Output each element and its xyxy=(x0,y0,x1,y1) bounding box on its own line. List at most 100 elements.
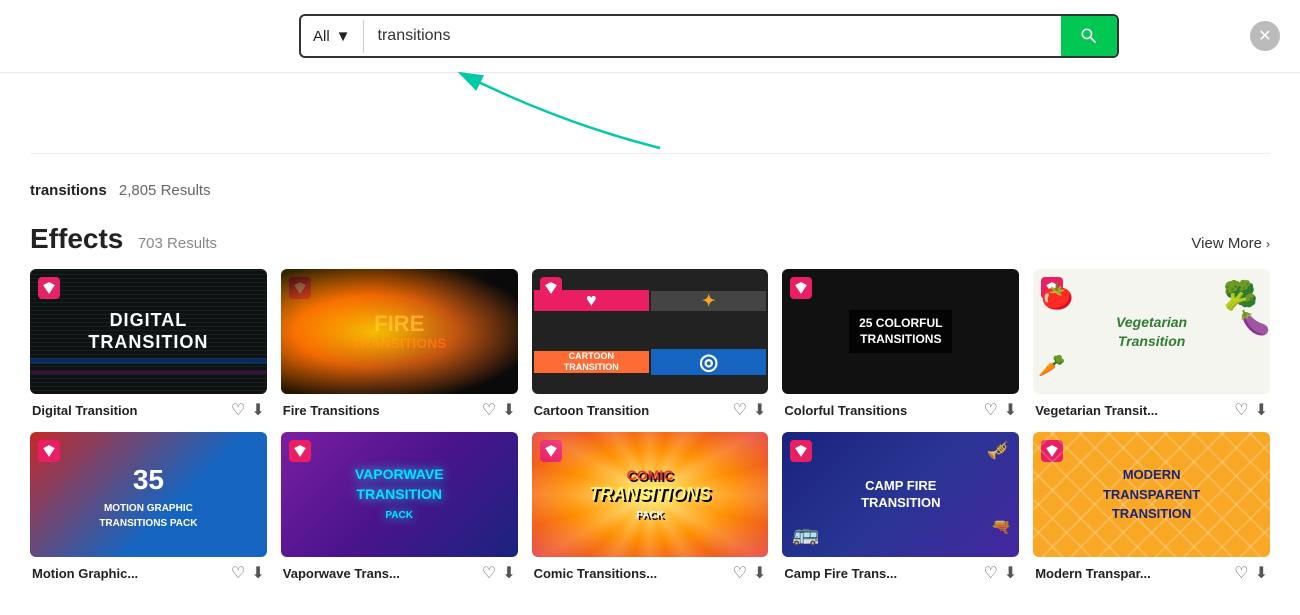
like-button-campfire[interactable]: ♡ xyxy=(983,563,997,583)
card-label-digital: Digital Transition ♡ ⬇ xyxy=(30,394,267,424)
card-camp-fire-transition: 🎺 🔫 🚌 CAMP FIRETRANSITION Camp Fire Tran… xyxy=(782,432,1019,587)
campfire-icon-2: 🔫 xyxy=(991,517,1011,537)
section-header: Effects 703 Results View More › xyxy=(30,205,1270,269)
thumb-colorful-transitions[interactable]: 25 COLORFULTRANSITIONS xyxy=(782,269,1019,394)
campfire-bus: 🚌 xyxy=(792,521,819,547)
vegetarian-thumb-text: VegetarianTransition xyxy=(1116,313,1187,349)
arrow-annotation xyxy=(0,73,1300,153)
thumb-motion-pack[interactable]: 35 MOTION GRAPHICTRANSITIONS PACK xyxy=(30,432,267,557)
card-actions-colorful: ♡ ⬇ xyxy=(983,400,1017,420)
dropdown-label: All xyxy=(313,28,330,45)
download-button-vaporwave[interactable]: ⬇ xyxy=(502,563,515,583)
card-vaporwave-transition: VAPORWAVETRANSITIONPACK Vaporwave Trans.… xyxy=(281,432,518,587)
thumb-modern-transparent[interactable]: MODERNTRANSPARENTTRANSITION xyxy=(1033,432,1270,557)
like-button-vegetarian[interactable]: ♡ xyxy=(1234,400,1248,420)
search-input[interactable] xyxy=(364,19,1061,53)
thumb-vaporwave-transition[interactable]: VAPORWAVETRANSITIONPACK xyxy=(281,432,518,557)
search-icon xyxy=(1079,26,1099,46)
gem-icon xyxy=(42,444,56,458)
download-button-fire[interactable]: ⬇ xyxy=(502,400,515,420)
comic-thumb-text: COMICTransitionsPACK xyxy=(589,467,711,522)
veggie-emoji-2: 🍆 xyxy=(1240,309,1270,338)
close-icon: ✕ xyxy=(1258,26,1271,46)
card-actions-vaporwave: ♡ ⬇ xyxy=(482,563,516,583)
clear-search-button[interactable]: ✕ xyxy=(1250,21,1280,51)
card-title-vaporwave: Vaporwave Trans... xyxy=(283,566,400,581)
view-more-link[interactable]: View More › xyxy=(1191,235,1270,252)
download-button-motion[interactable]: ⬇ xyxy=(251,563,264,583)
like-button-modern[interactable]: ♡ xyxy=(1234,563,1248,583)
section-count: 703 Results xyxy=(138,235,217,252)
card-motion-pack: 35 MOTION GRAPHICTRANSITIONS PACK Motion… xyxy=(30,432,267,587)
card-cartoon-transition: ♥ ✦ CARTOONTRANSITION ◎ Cartoon Transiti… xyxy=(532,269,769,424)
card-title-colorful: Colorful Transitions xyxy=(784,403,907,418)
like-button-digital[interactable]: ♡ xyxy=(231,400,245,420)
premium-badge-colorful xyxy=(790,277,812,299)
thumb-vegetarian-transition[interactable]: 🥦 🍆 🍅 🥕 VegetarianTransition xyxy=(1033,269,1270,394)
card-fire-transitions: FIRE TRANSITIONS Fire Transitions ♡ ⬇ xyxy=(281,269,518,424)
premium-badge-cartoon xyxy=(540,277,562,299)
card-label-vaporwave: Vaporwave Trans... ♡ ⬇ xyxy=(281,557,518,587)
premium-badge-campfire xyxy=(790,440,812,462)
category-dropdown[interactable]: All ▼ xyxy=(301,20,364,53)
cartoon-cell-3: CARTOONTRANSITION xyxy=(534,351,649,373)
gem-icon xyxy=(544,281,558,295)
card-label-comic: Comic Transitions... ♡ ⬇ xyxy=(532,557,769,587)
card-actions-fire: ♡ ⬇ xyxy=(482,400,516,420)
veggie-emoji-3: 🍅 xyxy=(1041,281,1073,312)
cartoon-cell-4: ◎ xyxy=(651,349,766,375)
motion-thumb-text: 35 MOTION GRAPHICTRANSITIONS PACK xyxy=(91,451,205,539)
download-button-colorful[interactable]: ⬇ xyxy=(1004,400,1017,420)
thumb-comic-transitions[interactable]: COMICTransitionsPACK xyxy=(532,432,769,557)
card-actions-vegetarian: ♡ ⬇ xyxy=(1234,400,1268,420)
card-title-campfire: Camp Fire Trans... xyxy=(784,566,897,581)
main-content: transitions 2,805 Results Effects 703 Re… xyxy=(0,153,1300,615)
card-label-cartoon: Cartoon Transition ♡ ⬇ xyxy=(532,394,769,424)
like-button-motion[interactable]: ♡ xyxy=(231,563,245,583)
gem-icon xyxy=(293,444,307,458)
card-label-motion: Motion Graphic... ♡ ⬇ xyxy=(30,557,267,587)
search-summary: transitions 2,805 Results xyxy=(30,168,1270,205)
effects-row-1: DIGITALTRANSITION Digital Transition ♡ ⬇… xyxy=(30,269,1270,424)
like-button-vaporwave[interactable]: ♡ xyxy=(482,563,496,583)
like-button-colorful[interactable]: ♡ xyxy=(983,400,997,420)
search-container: All ▼ xyxy=(299,14,1119,58)
download-button-modern[interactable]: ⬇ xyxy=(1255,563,1268,583)
download-button-vegetarian[interactable]: ⬇ xyxy=(1255,400,1268,420)
chevron-down-icon: ▼ xyxy=(336,28,351,45)
card-title-comic: Comic Transitions... xyxy=(534,566,658,581)
like-button-cartoon[interactable]: ♡ xyxy=(733,400,747,420)
like-button-comic[interactable]: ♡ xyxy=(733,563,747,583)
card-title-fire: Fire Transitions xyxy=(283,403,380,418)
colorful-text: 25 COLORFULTRANSITIONS xyxy=(849,310,952,353)
card-actions-comic: ♡ ⬇ xyxy=(733,563,767,583)
card-actions-motion: ♡ ⬇ xyxy=(231,563,265,583)
thumb-cartoon-transition[interactable]: ♥ ✦ CARTOONTRANSITION ◎ xyxy=(532,269,769,394)
vaporwave-thumb-text: VAPORWAVETRANSITIONPACK xyxy=(355,465,444,524)
section-title: Effects xyxy=(30,223,123,254)
results-count: 2,805 Results xyxy=(119,182,211,199)
card-actions-campfire: ♡ ⬇ xyxy=(983,563,1017,583)
like-button-fire[interactable]: ♡ xyxy=(482,400,496,420)
section-title-group: Effects 703 Results xyxy=(30,223,217,255)
campfire-thumb-text: CAMP FIRETRANSITION xyxy=(861,478,940,512)
card-actions-cartoon: ♡ ⬇ xyxy=(733,400,767,420)
card-label-colorful: Colorful Transitions ♡ ⬇ xyxy=(782,394,1019,424)
effects-row-2: 35 MOTION GRAPHICTRANSITIONS PACK Motion… xyxy=(30,432,1270,587)
gem-icon xyxy=(794,444,808,458)
card-title-cartoon: Cartoon Transition xyxy=(534,403,650,418)
thumb-digital-transition[interactable]: DIGITALTRANSITION xyxy=(30,269,267,394)
search-query: transitions xyxy=(30,182,107,199)
download-button-digital[interactable]: ⬇ xyxy=(251,400,264,420)
chevron-right-icon: › xyxy=(1266,237,1270,251)
download-button-campfire[interactable]: ⬇ xyxy=(1004,563,1017,583)
search-button[interactable] xyxy=(1061,16,1117,56)
download-button-comic[interactable]: ⬇ xyxy=(753,563,766,583)
card-actions-digital: ♡ ⬇ xyxy=(231,400,265,420)
gem-icon xyxy=(794,281,808,295)
thumb-camp-fire-transition[interactable]: 🎺 🔫 🚌 CAMP FIRETRANSITION xyxy=(782,432,1019,557)
download-button-cartoon[interactable]: ⬇ xyxy=(753,400,766,420)
card-title-motion: Motion Graphic... xyxy=(32,566,138,581)
card-colorful-transitions: 25 COLORFULTRANSITIONS Colorful Transiti… xyxy=(782,269,1019,424)
thumb-fire-transitions[interactable]: FIRE TRANSITIONS xyxy=(281,269,518,394)
